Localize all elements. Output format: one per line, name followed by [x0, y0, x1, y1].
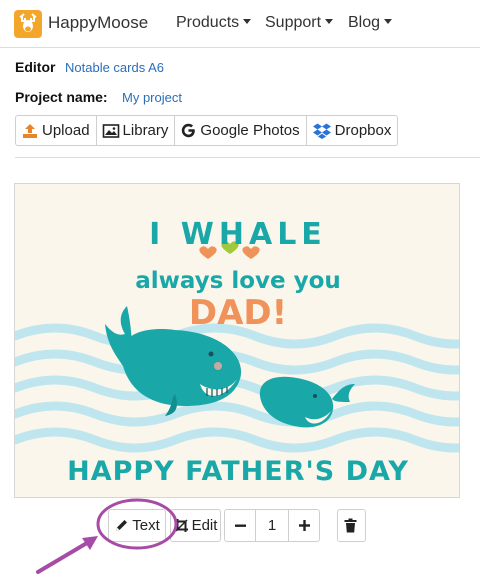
plus-icon	[298, 520, 310, 531]
nav-support-label: Support	[265, 14, 322, 31]
google-photos-label: Google Photos	[200, 122, 300, 139]
nav-blog[interactable]: Blog	[348, 14, 393, 32]
chevron-down-icon	[325, 19, 334, 24]
dropbox-icon	[312, 123, 331, 139]
quantity-value[interactable]: 1	[255, 510, 289, 541]
edit-button-label: Edit	[191, 517, 218, 534]
upload-toolbar: Upload Library Google Photos Dropbox	[15, 115, 399, 146]
delete-button[interactable]	[337, 509, 366, 542]
card-preview[interactable]: I WHALE always love you DAD! HAPPY FATHE…	[14, 183, 460, 498]
card-text-line2: always love you	[135, 268, 341, 294]
nav-support[interactable]: Support	[265, 14, 334, 32]
image-icon	[102, 123, 119, 138]
upload-icon	[23, 123, 37, 138]
nav-products-label: Products	[176, 14, 240, 31]
project-name-link[interactable]: My project	[122, 90, 182, 105]
edit-button[interactable]: Edit	[170, 509, 221, 542]
upload-button[interactable]: Upload	[15, 115, 97, 146]
google-photos-button[interactable]: Google Photos	[174, 115, 307, 146]
upload-label: Upload	[42, 122, 90, 139]
google-icon	[182, 123, 196, 138]
nav-products[interactable]: Products	[176, 14, 252, 32]
increase-quantity-button[interactable]	[289, 510, 319, 541]
editor-product-link[interactable]: Notable cards A6	[65, 60, 164, 75]
chevron-down-icon	[243, 19, 252, 24]
quantity-stepper: 1	[224, 509, 320, 542]
decrease-quantity-button[interactable]	[225, 510, 255, 541]
pencil-icon	[116, 520, 128, 531]
card-text-line3: DAD!	[189, 293, 287, 333]
card-text-line1: I WHALE	[149, 217, 327, 252]
crop-icon	[174, 519, 188, 532]
minus-icon	[234, 524, 246, 527]
moose-logo-icon[interactable]	[14, 10, 42, 38]
library-button[interactable]: Library	[95, 115, 176, 146]
brand-name[interactable]: HappyMoose	[48, 13, 148, 33]
nav-blog-label: Blog	[348, 14, 381, 31]
card-text-line4: HAPPY FATHER'S DAY	[67, 456, 409, 487]
chevron-down-icon	[384, 19, 393, 24]
section-divider	[15, 157, 480, 158]
dropbox-label: Dropbox	[334, 122, 392, 139]
text-button-label: Text	[132, 517, 160, 534]
dropbox-button[interactable]: Dropbox	[305, 115, 399, 146]
add-text-button[interactable]: Text	[108, 509, 166, 542]
project-name-label: Project name:	[15, 89, 108, 105]
trash-icon	[344, 518, 356, 533]
editor-label: Editor	[15, 59, 56, 75]
top-navbar: HappyMoose Products Support Blog	[0, 0, 480, 48]
library-label: Library	[122, 122, 169, 139]
